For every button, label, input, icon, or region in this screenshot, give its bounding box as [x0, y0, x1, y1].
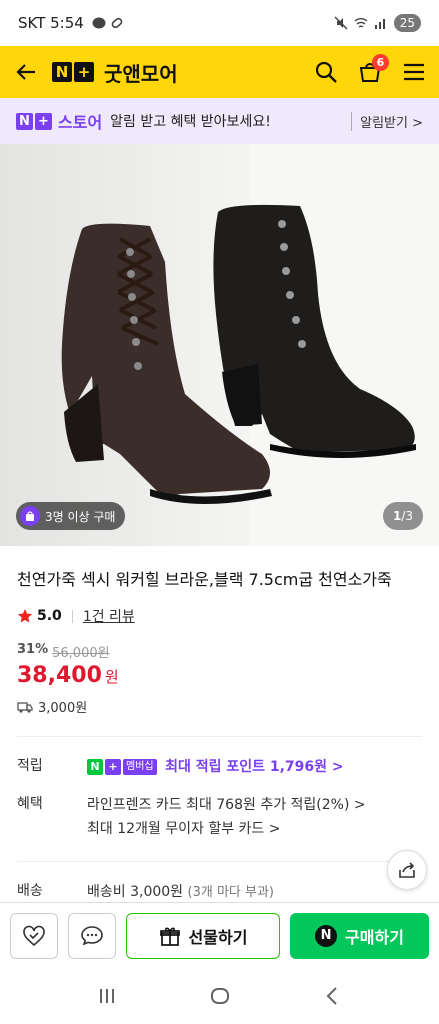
logo-plus: + — [35, 112, 52, 130]
product-info: 천연가죽 섹시 워커힐 브라운,블랙 7.5cm굽 천연소가죽 5.0 1건 리… — [0, 546, 439, 905]
purchase-count-text: 3명 이상 구매 — [45, 509, 116, 524]
logo-plus: + — [74, 62, 94, 82]
shipping-fee: 3,000원 — [38, 701, 88, 716]
buy-button[interactable]: N 구매하기 — [290, 912, 429, 959]
truck-icon — [17, 701, 33, 713]
back-nav-icon[interactable] — [322, 985, 344, 1007]
image-counter: 1 /3 — [382, 502, 423, 530]
gift-label: 선물하기 — [188, 927, 248, 947]
logo-n: N — [52, 62, 72, 82]
subscribe-alert-link[interactable]: 알림받기 > — [351, 111, 423, 131]
image-counter-current: 1 — [392, 509, 402, 523]
buy-label: 구매하기 — [345, 927, 404, 947]
recent-apps-icon[interactable] — [96, 985, 118, 1007]
store-name[interactable]: 굿앤모어 — [104, 58, 178, 87]
pill-icon — [111, 17, 123, 29]
back-button[interactable] — [12, 58, 40, 86]
logo-n: N — [87, 759, 103, 775]
search-icon — [315, 61, 337, 83]
heart-check-icon — [23, 925, 45, 946]
status-notification-icons — [92, 16, 124, 30]
product-image-gallery[interactable]: 3명 이상 구매 1 /3 — [0, 144, 439, 546]
product-title: 천연가죽 섹시 워커힐 브라운,블랙 7.5cm굽 천연소가죽 — [17, 570, 392, 589]
sale-price: 38,400 — [17, 663, 102, 688]
arrow-left-icon — [16, 64, 35, 80]
shipping-row: 3,000원 — [17, 697, 422, 716]
promo-text: 알림 받고 혜택 받아보세요! — [110, 114, 271, 130]
cart-count-badge: 6 — [372, 54, 389, 71]
delivery-fee: 배송비 3,000원 — [87, 884, 184, 900]
home-icon[interactable] — [209, 985, 231, 1007]
signal-icon — [374, 19, 385, 29]
wifi-icon — [354, 18, 368, 28]
rating-divider — [71, 609, 73, 623]
discount-percent: 31% — [17, 642, 49, 657]
share-button[interactable] — [387, 850, 427, 890]
bag-icon — [20, 506, 40, 526]
mute-icon — [334, 16, 348, 30]
points-row: 적립 N + 멤버십 최대 적립 포인트 1,796원 > — [17, 755, 422, 779]
purchase-count-badge: 3명 이상 구매 — [16, 502, 126, 530]
battery-indicator: 25 — [393, 14, 421, 32]
gift-button[interactable]: 선물하기 — [126, 912, 280, 959]
promo-store-label: 스토어 — [58, 113, 103, 132]
logo-plus: + — [105, 759, 121, 775]
naver-plus-store-logo: N + — [16, 112, 52, 130]
points-value[interactable]: N + 멤버십 최대 적립 포인트 1,796원 > — [87, 755, 422, 779]
installment-benefit[interactable]: 최대 12개월 무이자 할부 카드 > — [87, 817, 422, 841]
sale-price-row: 38,400 원 — [17, 663, 422, 688]
share-icon — [399, 862, 415, 878]
talk-icon — [92, 17, 106, 29]
naver-pay-icon: N — [315, 924, 338, 947]
status-bar: SKT 5:54 25 — [0, 0, 439, 46]
rating-row: 5.0 1건 리뷰 — [17, 606, 422, 626]
review-count-link[interactable]: 1건 리뷰 — [83, 606, 135, 626]
status-time: SKT 5:54 — [18, 14, 84, 32]
menu-button[interactable] — [401, 59, 427, 85]
app-header: N + 굿앤모어 6 — [0, 46, 439, 98]
section-divider — [17, 861, 422, 862]
store-alert-banner[interactable]: N + 스토어 알림 받고 혜택 받아보세요! 알림받기 > — [0, 98, 439, 144]
wishlist-button[interactable] — [10, 912, 58, 959]
boots-photo — [61, 144, 439, 546]
naver-plus-logo[interactable]: N + — [52, 62, 94, 82]
delivery-note: (3개 마다 부과) — [187, 885, 274, 900]
section-divider — [17, 736, 422, 737]
benefit-label: 혜택 — [17, 796, 43, 812]
chat-inquiry-button[interactable] — [68, 912, 116, 959]
image-counter-total: /3 — [401, 509, 413, 523]
system-navigation-bar — [0, 968, 439, 1024]
hamburger-menu-icon — [404, 63, 424, 81]
chat-bubble-icon — [81, 925, 103, 945]
logo-n: N — [16, 112, 33, 130]
max-points-text: 최대 적립 포인트 1,796원 > — [165, 759, 344, 775]
card-points-benefit[interactable]: 라인프렌즈 카드 최대 768원 추가 적립(2%) > — [87, 793, 422, 817]
header-actions: 6 — [313, 54, 427, 85]
cart-button[interactable]: 6 — [357, 54, 389, 85]
benefit-list: 라인프렌즈 카드 최대 768원 추가 적립(2%) > 최대 12개월 무이자… — [87, 793, 422, 841]
membership-label: 멤버십 — [123, 759, 157, 775]
gift-icon — [159, 927, 180, 946]
purchase-action-bar: 선물하기 N 구매하기 — [0, 902, 439, 968]
rating-score: 5.0 — [37, 608, 62, 624]
star-icon — [17, 609, 33, 623]
price-unit: 원 — [104, 668, 119, 686]
points-label: 적립 — [17, 758, 43, 774]
benefits-row: 혜택 라인프렌즈 카드 최대 768원 추가 적립(2%) > 최대 12개월 … — [17, 793, 422, 841]
search-button[interactable] — [313, 59, 339, 85]
naver-plus-membership-badge: N + 멤버십 — [87, 759, 157, 775]
discount-row: 31% 56,000원 — [17, 642, 422, 661]
status-system-icons: 25 — [334, 14, 421, 32]
original-price: 56,000원 — [52, 646, 110, 661]
